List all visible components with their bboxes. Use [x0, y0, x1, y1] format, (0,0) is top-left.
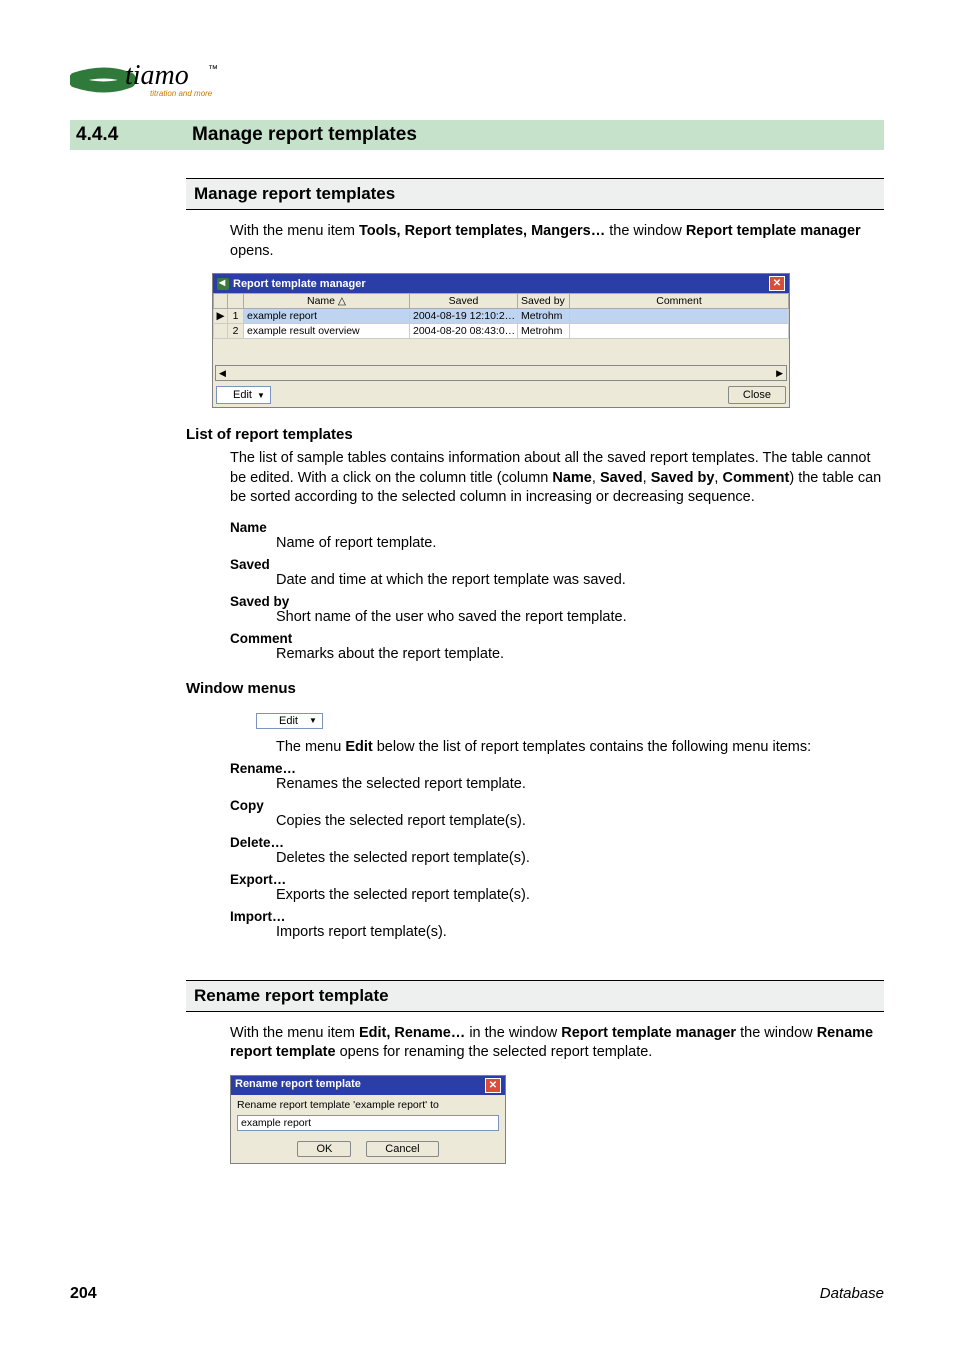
window-titlebar: Report template manager ✕ — [213, 274, 789, 293]
dialog-titlebar: Rename report template ✕ — [231, 1076, 505, 1095]
col-saved[interactable]: Saved — [410, 294, 518, 309]
def-comment-desc: Remarks about the report template. — [276, 646, 884, 662]
horizontal-scrollbar[interactable]: ◀ ▶ — [215, 365, 787, 381]
list-paragraph: The list of sample tables contains infor… — [230, 449, 884, 508]
table-row[interactable]: 2 example result overview 2004-08-20 08:… — [214, 324, 789, 339]
def-comment-term: Comment — [230, 631, 884, 646]
def-savedby-desc: Short name of the user who saved the rep… — [276, 609, 884, 625]
table-row[interactable]: ▶ 1 example report 2004-08-19 12:10:2… M… — [214, 309, 789, 324]
window-title: Report template manager — [233, 278, 366, 290]
menu-delete-desc: Deletes the selected report template(s). — [276, 850, 884, 866]
rename-paragraph: With the menu item Edit, Rename… in the … — [230, 1024, 884, 1063]
edit-menu-desc: The menu Edit below the list of report t… — [276, 739, 884, 755]
def-saved-term: Saved — [230, 557, 884, 572]
edit-menu-button[interactable]: Edit — [256, 713, 323, 729]
rename-input[interactable] — [237, 1115, 499, 1131]
menu-delete-term: Delete… — [230, 835, 884, 850]
brand-logo: tiamo ™ titration and more — [70, 60, 884, 102]
rename-label: Rename report template 'example report' … — [237, 1099, 499, 1111]
scroll-right-icon[interactable]: ▶ — [776, 368, 783, 379]
footer-section: Database — [820, 1285, 884, 1303]
def-name-term: Name — [230, 520, 884, 535]
subheading-manage: Manage report templates — [186, 178, 884, 210]
col-savedby[interactable]: Saved by — [518, 294, 570, 309]
page-number: 204 — [70, 1285, 97, 1303]
menu-rename-desc: Renames the selected report template. — [276, 776, 884, 792]
col-comment[interactable]: Comment — [570, 294, 789, 309]
ok-button[interactable]: OK — [297, 1141, 351, 1157]
close-button[interactable]: Close — [728, 386, 786, 404]
intro-paragraph: With the menu item Tools, Report templat… — [230, 222, 884, 261]
def-savedby-term: Saved by — [230, 594, 884, 609]
menu-export-desc: Exports the selected report template(s). — [276, 887, 884, 903]
subheading-rename: Rename report template — [186, 980, 884, 1012]
svg-text:™: ™ — [208, 64, 218, 75]
subsection-list: List of report templates — [186, 426, 884, 443]
menu-import-desc: Imports report template(s). — [276, 924, 884, 940]
logo-text: tiamo — [125, 60, 189, 91]
menu-import-term: Import… — [230, 909, 884, 924]
row-pointer-icon: ▶ — [214, 309, 228, 324]
menu-export-term: Export… — [230, 872, 884, 887]
col-name[interactable]: Name △ — [244, 294, 410, 309]
dialog-title: Rename report template — [235, 1078, 361, 1093]
edit-menu-button[interactable]: Edit — [216, 386, 271, 404]
screenshot-rename-dialog: Rename report template ✕ Rename report t… — [230, 1075, 506, 1164]
app-icon — [217, 278, 229, 290]
section-heading: 4.4.4 Manage report templates — [70, 120, 884, 150]
edit-menu-illustration: Edit — [256, 711, 323, 729]
close-icon[interactable]: ✕ — [485, 1078, 501, 1093]
section-number: 4.4.4 — [76, 124, 192, 146]
screenshot-report-template-manager: Report template manager ✕ Name △ Saved S… — [212, 273, 790, 408]
menu-copy-desc: Copies the selected report template(s). — [276, 813, 884, 829]
cancel-button[interactable]: Cancel — [366, 1141, 438, 1157]
scroll-left-icon[interactable]: ◀ — [219, 368, 226, 379]
templates-table: Name △ Saved Saved by Comment ▶ 1 exampl… — [213, 293, 789, 339]
logo-tagline: titration and more — [150, 89, 213, 98]
section-title: Manage report templates — [192, 124, 417, 146]
def-saved-desc: Date and time at which the report templa… — [276, 572, 884, 588]
subsection-window-menus: Window menus — [186, 680, 884, 697]
menu-copy-term: Copy — [230, 798, 884, 813]
close-icon[interactable]: ✕ — [769, 276, 785, 291]
def-name-desc: Name of report template. — [276, 535, 884, 551]
menu-rename-term: Rename… — [230, 761, 884, 776]
